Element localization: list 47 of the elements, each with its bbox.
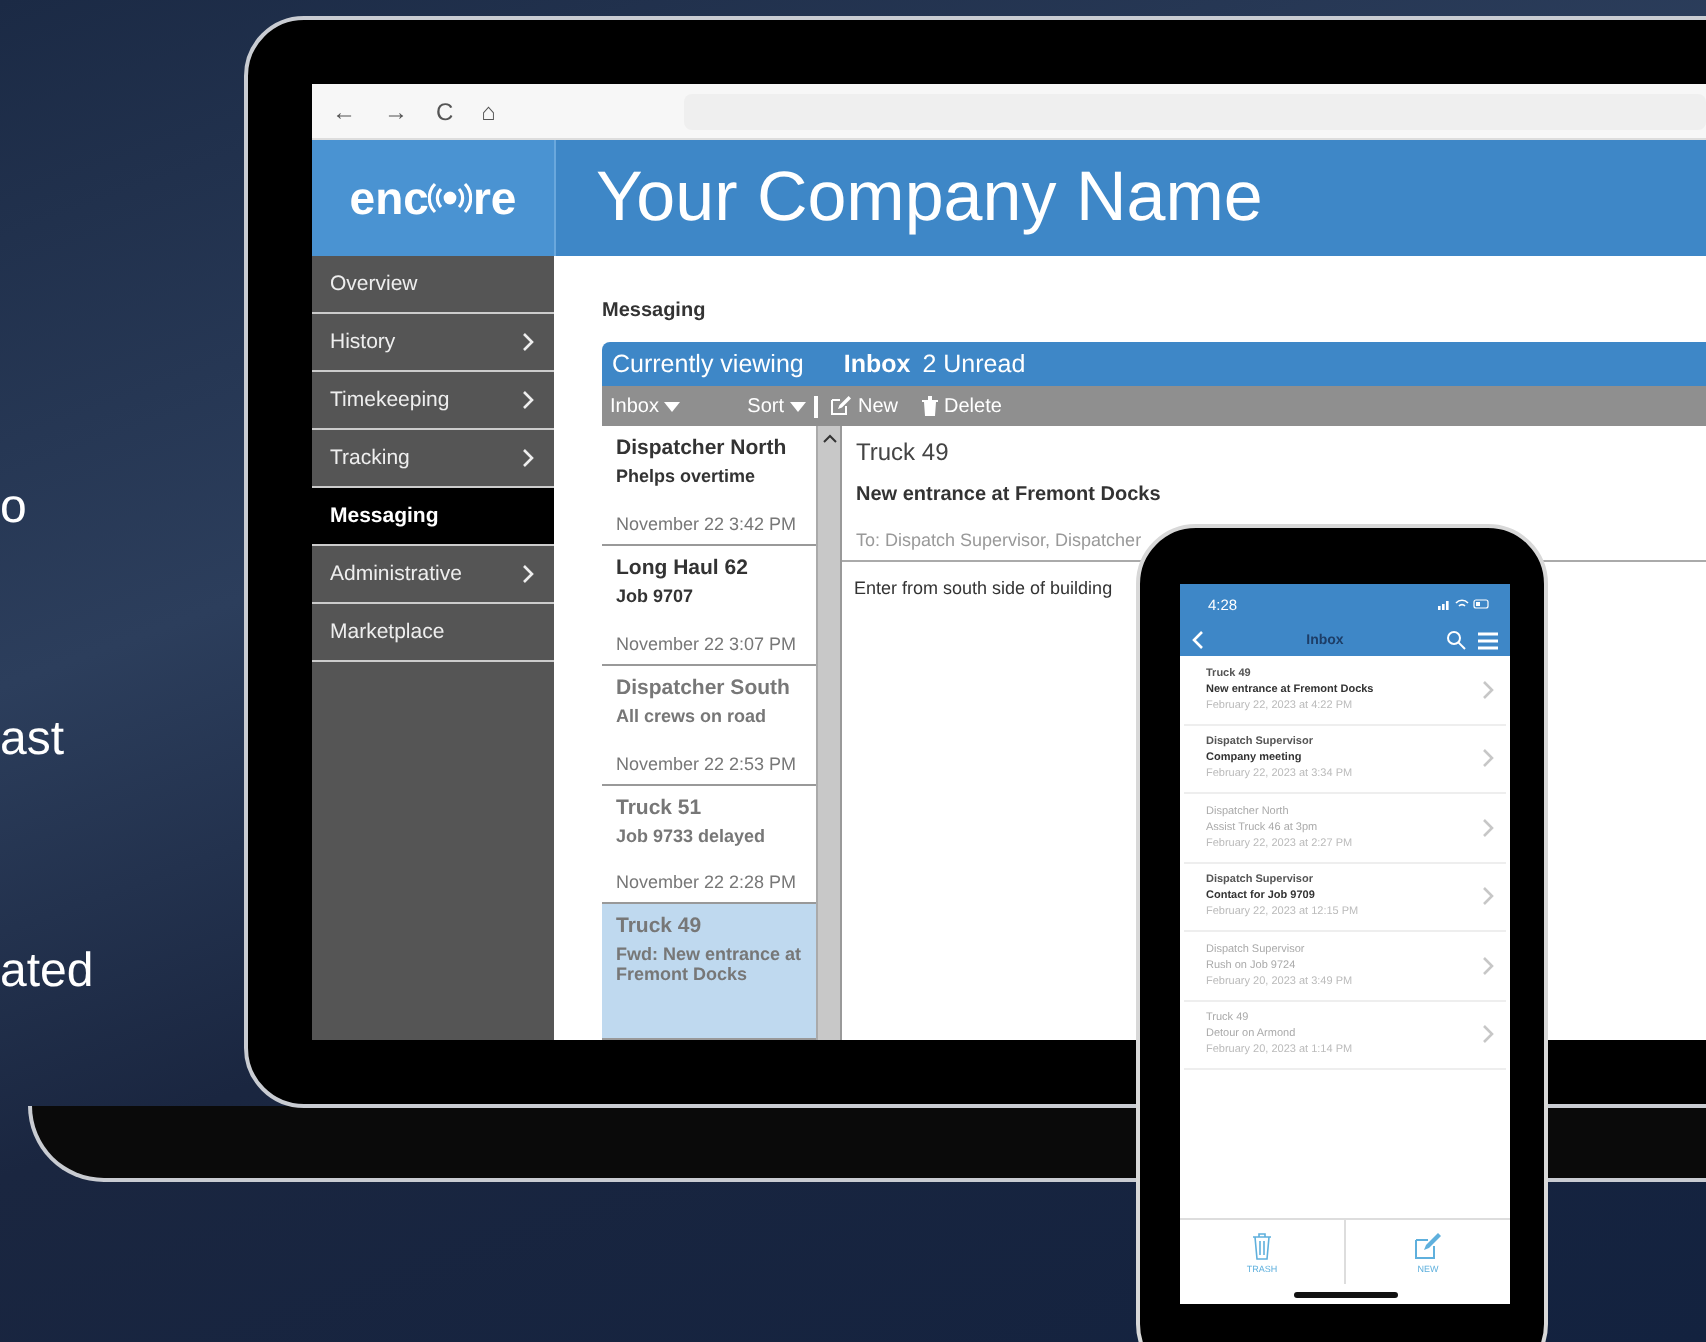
trash-icon — [1252, 1231, 1272, 1259]
caret-icon — [790, 401, 806, 411]
search-icon[interactable] — [1445, 630, 1466, 650]
menu-icon[interactable] — [1477, 631, 1498, 649]
folder-menu[interactable]: Inbox — [610, 395, 681, 417]
chevron-icon — [522, 564, 534, 584]
browser-nav-button[interactable]: → — [384, 97, 408, 125]
chevron-icon — [522, 332, 534, 352]
page-heading: Messaging — [602, 300, 708, 322]
chevron-icon — [522, 448, 534, 468]
folder-status: Inbox 2 Unread — [843, 350, 1026, 378]
browser-nav-button[interactable]: C — [436, 97, 454, 125]
signal-icon — [428, 182, 473, 214]
company-title: Your Company Name — [556, 140, 1706, 256]
sort-menu[interactable]: Sort — [747, 395, 806, 417]
viewing-label: Currently viewing — [612, 350, 804, 378]
delete-button[interactable]: Delete — [910, 395, 1014, 417]
chevron-icon — [1482, 1024, 1494, 1045]
browser-nav-button[interactable]: ⌂ — [481, 97, 496, 125]
browser-nav-button[interactable]: ← — [332, 97, 356, 125]
tagline-fragment: ast — [0, 712, 67, 768]
caret-icon — [664, 401, 681, 411]
back-icon — [1192, 630, 1204, 650]
home-indicator — [1293, 1291, 1397, 1297]
message-item[interactable]: Truck 51 Job 9733 delayed November 22 2:28 PM — [602, 785, 816, 905]
tagline-fragment: ated — [0, 944, 94, 1000]
compose-icon — [1414, 1231, 1442, 1259]
chevron-icon — [1482, 886, 1494, 907]
chevron-icon — [1482, 679, 1494, 700]
chevron-icon — [522, 390, 534, 410]
scroll-up-icon — [821, 432, 837, 444]
message-recipients: To: Dispatch Supervisor, Dispatcher — [856, 530, 1144, 550]
new-button[interactable]: New — [818, 395, 911, 417]
chevron-icon — [1482, 748, 1494, 769]
compose-icon — [830, 396, 852, 416]
message-subject: New entrance at Fremont Docks — [856, 484, 1163, 506]
chevron-icon — [1482, 955, 1494, 976]
status-icons-drawing — [1438, 598, 1490, 610]
chevron-icon — [1482, 817, 1494, 838]
scrollbar[interactable] — [816, 426, 840, 1040]
message-sender: Truck 49 — [856, 438, 951, 466]
logo: enc re — [312, 140, 556, 256]
tagline-fragment: o — [0, 480, 29, 536]
sidebar-item[interactable]: Messaging — [312, 488, 554, 546]
message-body: Enter from south side of building — [854, 578, 1113, 598]
message-item[interactable]: Dispatcher South All crews on road November 22 2:53 PM — [602, 665, 816, 786]
trash-icon — [922, 396, 939, 416]
